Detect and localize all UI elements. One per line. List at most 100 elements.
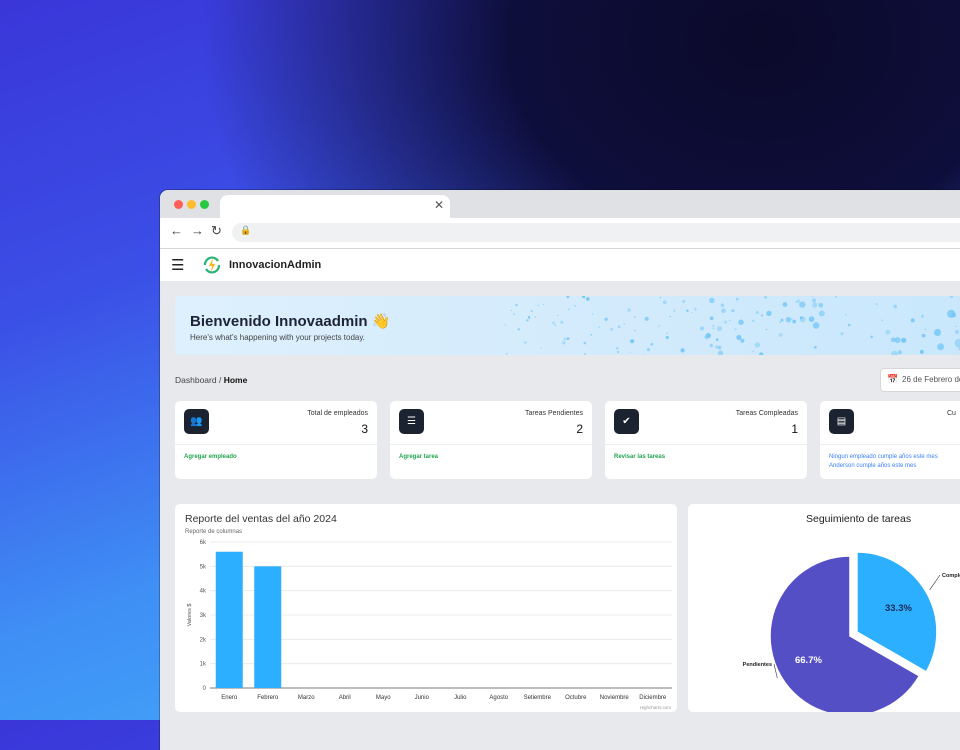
- bubble-dot: [895, 337, 901, 343]
- bubble-dot: [584, 353, 586, 355]
- x-tick-label: Marzo: [298, 695, 315, 701]
- date-filter[interactable]: 📅 26 de Febrero de: [880, 368, 960, 392]
- bubble-dot: [955, 339, 960, 348]
- bubble-dot: [627, 308, 631, 312]
- bubble-dot: [780, 321, 782, 323]
- list-icon: ☰: [399, 409, 424, 434]
- card-value: 3: [361, 422, 368, 436]
- brand-name[interactable]: InnovacionAdmin: [229, 259, 321, 271]
- users-icon: 👥: [184, 409, 209, 434]
- date-filter-value: 26 de Febrero de: [902, 375, 960, 384]
- lock-icon: 🔒: [240, 225, 251, 236]
- x-tick-label: Julio: [454, 695, 467, 701]
- bubble-dot: [891, 351, 898, 355]
- bubble-dot: [819, 303, 824, 308]
- x-tick-label: Octubre: [565, 695, 587, 701]
- bubble-dot: [534, 316, 536, 318]
- bubble-dot: [759, 352, 763, 355]
- bubble-dot: [947, 310, 955, 318]
- bubble-dot: [764, 296, 767, 299]
- bar-febrero[interactable]: [254, 566, 281, 688]
- bubble-dot: [528, 316, 530, 318]
- y-tick-label: 2k: [200, 637, 207, 643]
- tasks-chart-panel: Seguimiento de tareas 33.3%Comple66.7%Pe…: [688, 504, 960, 712]
- breadcrumb-parent[interactable]: Dashboard: [175, 375, 217, 385]
- bubble-dot: [616, 347, 619, 350]
- review-tasks-link[interactable]: Revisar las tareas: [614, 454, 665, 460]
- bubble-dot: [799, 301, 805, 307]
- bubble-dot: [752, 320, 754, 322]
- bubble-dot: [598, 326, 600, 328]
- breadcrumb-separator: /: [217, 375, 224, 385]
- bubble-dot: [673, 310, 675, 312]
- maximize-window-button[interactable]: [200, 200, 209, 209]
- bubble-dot: [841, 332, 844, 335]
- welcome-banner: Bienvenido Innovaadmin 👋 Here's what's h…: [175, 296, 960, 355]
- card-birthdays: ▤ Cu Ningun empleado cumple años este me…: [820, 401, 960, 479]
- bubble-dot: [670, 316, 671, 317]
- dashboard-content: Bienvenido Innovaadmin 👋 Here's what's h…: [160, 281, 960, 750]
- bubble-dot: [950, 296, 954, 298]
- bubble-dot: [893, 305, 897, 309]
- bubble-dot: [537, 305, 538, 306]
- bubble-dot: [814, 346, 817, 349]
- bubble-dot: [717, 326, 722, 331]
- card-label: Tareas Compleadas: [736, 410, 798, 417]
- close-window-button[interactable]: [174, 200, 183, 209]
- close-tab-icon[interactable]: ✕: [434, 198, 444, 212]
- bubble-dot: [766, 311, 771, 316]
- x-tick-label: Mayo: [376, 695, 391, 701]
- bubble-dot: [506, 353, 508, 355]
- back-icon[interactable]: ←: [170, 223, 183, 238]
- bubble-dot: [809, 316, 815, 322]
- app-header: ☰ InnovacionAdmin: [160, 249, 960, 282]
- add-task-link[interactable]: Agregar tarea: [399, 454, 438, 460]
- x-tick-label: Noviembre: [600, 695, 630, 701]
- add-employee-link[interactable]: Agregar empleado: [184, 454, 237, 460]
- bar-enero[interactable]: [216, 552, 243, 688]
- tab-bar: ✕: [160, 190, 960, 218]
- x-tick-label: Enero: [221, 695, 238, 701]
- bubble-dot: [592, 313, 593, 314]
- bubble-dot: [885, 330, 890, 335]
- pie-connector: [930, 575, 940, 590]
- bubble-dot: [881, 319, 883, 321]
- sales-bar-chart: 01k2k3k4k5k6kValores $EneroFebreroMarzoA…: [175, 504, 677, 712]
- bubble-dot: [557, 315, 558, 316]
- bubble-dot: [716, 338, 719, 341]
- reload-icon[interactable]: ↻: [211, 223, 222, 239]
- minimize-window-button[interactable]: [187, 200, 196, 209]
- bubble-dot: [736, 298, 739, 301]
- bubble-dot: [901, 338, 906, 343]
- pie-value-label: 33.3%: [885, 603, 912, 614]
- bubble-dot: [574, 305, 576, 307]
- bubble-dot: [713, 328, 714, 329]
- bubble-dot: [786, 317, 791, 322]
- forward-icon[interactable]: →: [191, 223, 204, 238]
- bubble-dot: [848, 324, 851, 327]
- bubble-dot: [624, 323, 625, 324]
- sales-chart-panel: Reporte del ventas del año 2024 Reporte …: [175, 504, 677, 712]
- bubble-dot: [710, 344, 713, 347]
- bubble-dot: [591, 334, 593, 336]
- bubble-dot: [740, 339, 744, 343]
- bubble-dot: [729, 320, 730, 321]
- browser-tab[interactable]: ✕: [220, 195, 450, 218]
- welcome-subtitle: Here's what's happening with your projec…: [190, 333, 365, 342]
- bubble-dot: [819, 311, 825, 317]
- bubble-dot: [513, 313, 515, 315]
- y-tick-label: 1k: [200, 662, 207, 668]
- bubble-dot: [934, 329, 941, 336]
- bubble-dot: [511, 310, 512, 311]
- bubble-dot: [645, 317, 649, 321]
- bubble-dot: [504, 324, 506, 326]
- chart-credit[interactable]: Highcharts.com: [640, 705, 671, 710]
- birthday-line-1: Ningun empleado cumple años este mes: [829, 454, 938, 460]
- tasks-pie-chart: 33.3%Comple66.7%Pendientes: [688, 504, 960, 712]
- bubble-dot: [781, 319, 784, 322]
- menu-icon[interactable]: ☰: [171, 256, 184, 274]
- bubble-dot: [518, 328, 520, 330]
- url-input[interactable]: 🔒: [232, 223, 960, 242]
- bubble-dot: [898, 350, 902, 354]
- bubble-dot: [554, 324, 556, 326]
